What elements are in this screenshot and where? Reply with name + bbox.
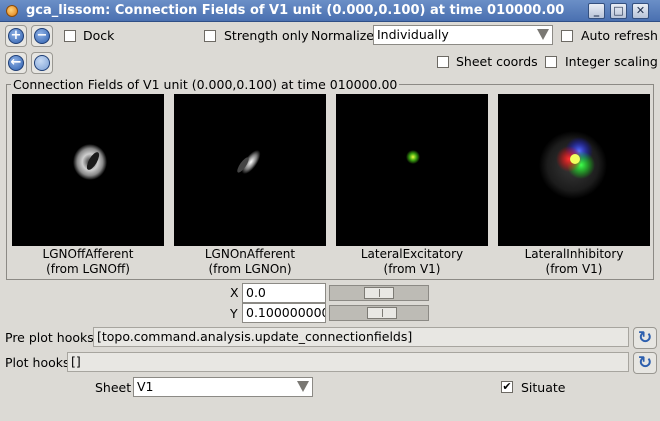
pre-plot-hooks-label: Pre plot hooks: [5, 330, 94, 345]
sheet-value: V1: [137, 379, 154, 394]
plot-lgnoff-afferent[interactable]: [12, 94, 164, 246]
refresh-icon: ↻: [637, 353, 653, 373]
zoom-in-icon: +: [8, 28, 24, 44]
zoom-out-button[interactable]: −: [31, 25, 53, 47]
plot-name-lgnon: LGNOnAfferent: [204, 247, 296, 261]
connection-fields-group: Connection Fields of V1 unit (0.000,0.10…: [6, 77, 654, 280]
sheet-coords-label: Sheet coords: [456, 54, 538, 69]
plot-lateral-excitatory[interactable]: [336, 94, 488, 246]
plot-group-title: Connection Fields of V1 unit (0.000,0.10…: [11, 77, 400, 92]
dock-checkbox[interactable]: [64, 30, 76, 42]
normalize-label: Normalize: [311, 28, 374, 43]
integer-scaling-checkbox[interactable]: [545, 56, 557, 68]
lateral-excitatory-image: [406, 150, 420, 164]
lgnon-afferent-image: [237, 150, 261, 174]
strength-only-checkbox[interactable]: [204, 30, 216, 42]
close-button[interactable]: ✕: [632, 3, 649, 19]
normalize-select[interactable]: Individually: [373, 25, 553, 45]
dropdown-arrow-icon: [297, 381, 309, 392]
integer-scaling-label: Integer scaling: [565, 54, 658, 69]
plot-caption-lgnon: LGNOnAfferent (from LGNOn): [174, 247, 326, 277]
x-coordinate-label: X: [230, 285, 239, 300]
plot-name-lgnoff: LGNOffAfferent: [42, 247, 134, 261]
auto-refresh-checkbox[interactable]: [561, 30, 573, 42]
sheet-select[interactable]: V1: [133, 377, 313, 397]
back-arrow-icon: ←: [8, 55, 24, 71]
plot-source-lgnon: (from LGNOn): [208, 262, 292, 276]
plot-name-lateral-inhibitory: LateralInhibitory: [524, 247, 624, 261]
situate-checkbox[interactable]: ✔: [501, 381, 513, 393]
y-coordinate-input[interactable]: 0.100000000: [242, 303, 326, 323]
plot-lateral-inhibitory[interactable]: [498, 94, 650, 246]
forward-arrow-icon: [34, 55, 50, 71]
refresh-icon: ↻: [637, 328, 653, 348]
situate-label: Situate: [521, 380, 566, 395]
plot-hooks-label: Plot hooks: [5, 355, 70, 370]
dropdown-arrow-icon: [537, 29, 549, 40]
plot-source-lgnoff: (from LGNOff): [46, 262, 130, 276]
window-title: gca_lissom: Connection Fields of V1 unit…: [26, 3, 565, 18]
strength-only-label: Strength only: [224, 28, 309, 43]
y-slider-thumb[interactable]: [367, 307, 397, 319]
pre-plot-hooks-field[interactable]: [topo.command.analysis.update_connection…: [93, 327, 629, 347]
auto-refresh-label: Auto refresh: [581, 28, 658, 43]
plot-lgnon-afferent[interactable]: [174, 94, 326, 246]
y-coordinate-slider[interactable]: [329, 305, 429, 321]
minimize-button[interactable]: _: [588, 3, 605, 19]
plot-source-lateral-inhibitory: (from V1): [545, 262, 603, 276]
title-bar[interactable]: gca_lissom: Connection Fields of V1 unit…: [0, 0, 660, 22]
x-slider-thumb[interactable]: [364, 287, 394, 299]
plot-caption-lateral-inhibitory: LateralInhibitory (from V1): [498, 247, 650, 277]
dock-label: Dock: [83, 28, 115, 43]
plot-name-lateral-excitatory: LateralExcitatory: [360, 247, 464, 261]
connection-fields-window: gca_lissom: Connection Fields of V1 unit…: [0, 0, 660, 421]
plot-caption-lateral-excitatory: LateralExcitatory (from V1): [336, 247, 488, 277]
lgnoff-afferent-image: [73, 144, 107, 180]
sheet-label: Sheet: [95, 380, 132, 395]
app-logo-icon: [6, 5, 18, 17]
sheet-coords-checkbox[interactable]: [437, 56, 449, 68]
maximize-button[interactable]: □: [610, 3, 627, 19]
plot-source-lateral-excitatory: (from V1): [383, 262, 441, 276]
normalize-value: Individually: [377, 27, 449, 42]
plot-hooks-field[interactable]: []: [67, 352, 629, 372]
plot-hooks-refresh-button[interactable]: ↻: [633, 352, 657, 374]
zoom-out-icon: −: [34, 28, 50, 44]
x-coordinate-slider[interactable]: [329, 285, 429, 301]
zoom-in-button[interactable]: +: [5, 25, 27, 47]
lateral-inhibitory-image: [539, 131, 607, 199]
pre-plot-hooks-refresh-button[interactable]: ↻: [633, 327, 657, 349]
forward-button[interactable]: [31, 52, 53, 74]
back-button[interactable]: ←: [5, 52, 27, 74]
plot-caption-lgnoff: LGNOffAfferent (from LGNOff): [12, 247, 164, 277]
y-coordinate-label: Y: [230, 306, 238, 321]
x-coordinate-input[interactable]: 0.0: [242, 283, 326, 303]
